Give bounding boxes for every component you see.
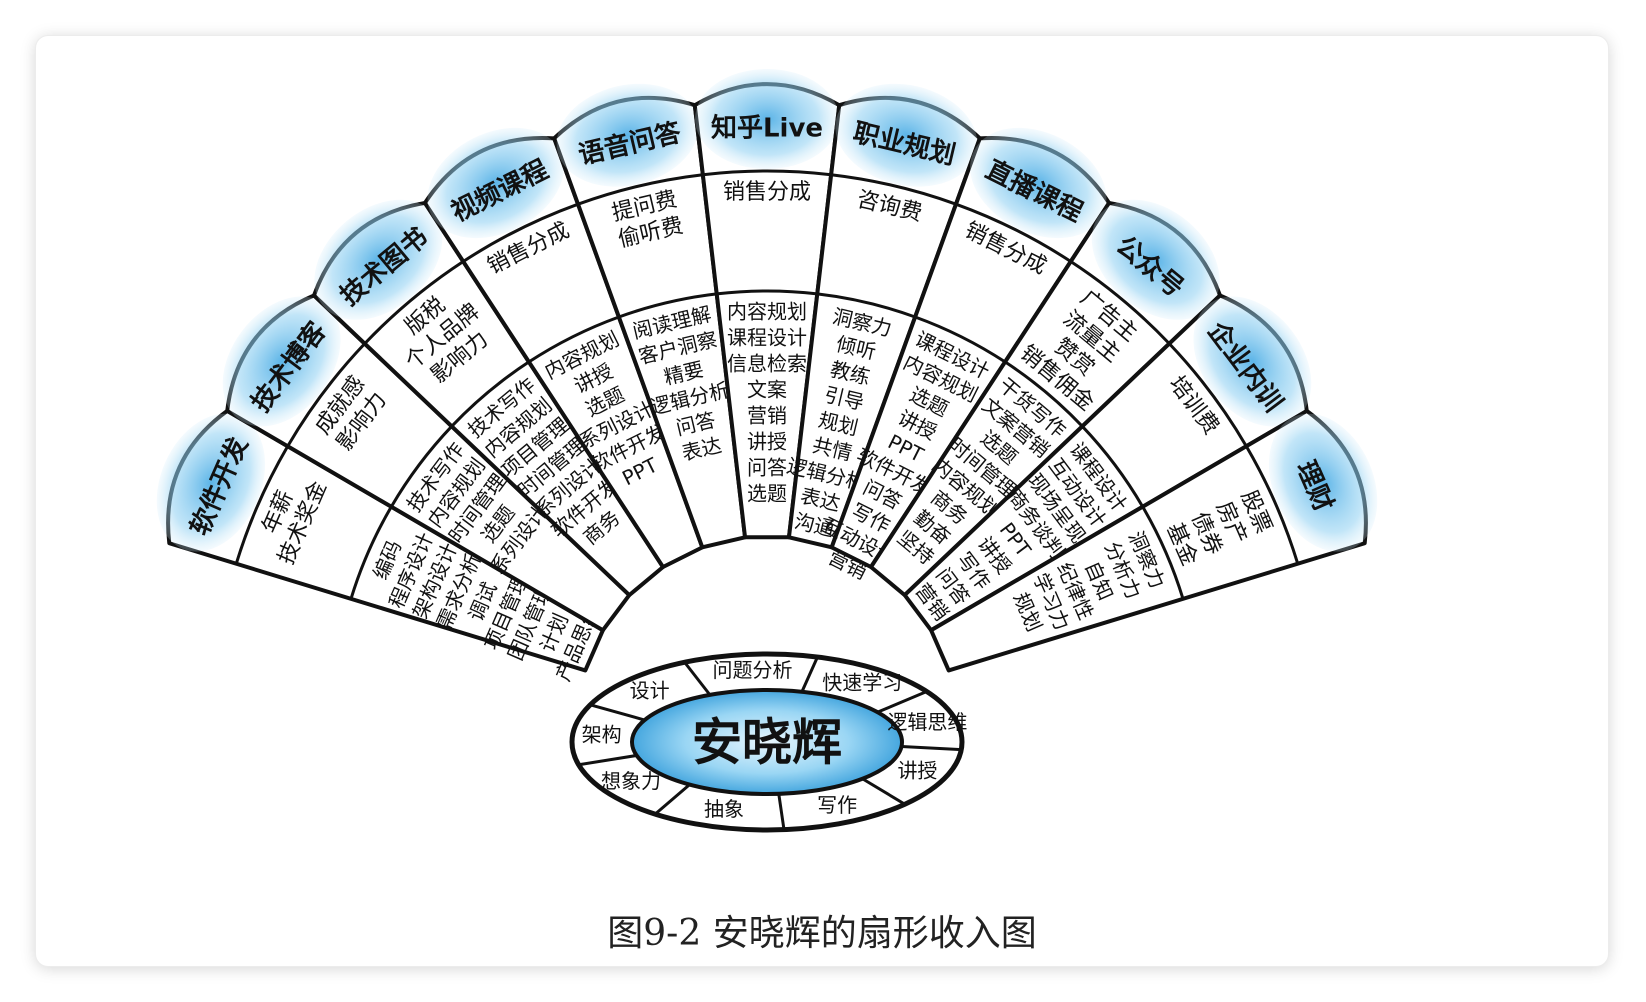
rib-ability-item: 内容规划 [727, 300, 807, 324]
rib-ability-item: 讲授 [747, 430, 787, 454]
figure-card: 软件开发 年薪 技术奖金 编码 程序设计 架构设计 需求分析 调试 项目管理 团队管理 计划 产品思维… [36, 36, 1608, 966]
figure-caption: 图9-2 安晓辉的扇形收入图 [607, 913, 1037, 954]
rib-ability-item: 选题 [747, 482, 787, 506]
center-hub: 安晓辉 问题分析快速学习逻辑思维讲授写作 抽象 想象力 架构设计 [569, 651, 967, 833]
hub-skill: 逻辑思维 [887, 710, 967, 734]
hub-skill: 快速学习 [822, 670, 902, 694]
hub-skill: 讲授 [897, 759, 937, 783]
hub-skill: 写作 [817, 793, 857, 817]
hub-skill: 想象力 [601, 769, 661, 793]
rib-income-item: 销售分成 [723, 180, 811, 205]
fan-income-diagram: 软件开发 年薪技术奖金 编码程序设计架构设计需求分析调试项目管理团队管理计划产品思维… [156, 69, 1378, 833]
rib-ability-item: 营销 [747, 404, 787, 428]
rib-ability-item: 文案 [747, 378, 787, 402]
center-name: 安晓辉 [692, 714, 842, 772]
rib-ability-item: 问答 [747, 456, 787, 480]
rib-ability-item: 信息检索 [727, 352, 807, 376]
hub-skill: 问题分析 [713, 658, 793, 682]
rib-title: 知乎Live [711, 114, 823, 144]
rib-ability-item: 课程设计 [727, 326, 807, 350]
hub-skill: 设计 [630, 678, 670, 702]
hub-skill: 架构 [582, 722, 622, 746]
hub-skill: 抽象 [704, 797, 744, 821]
